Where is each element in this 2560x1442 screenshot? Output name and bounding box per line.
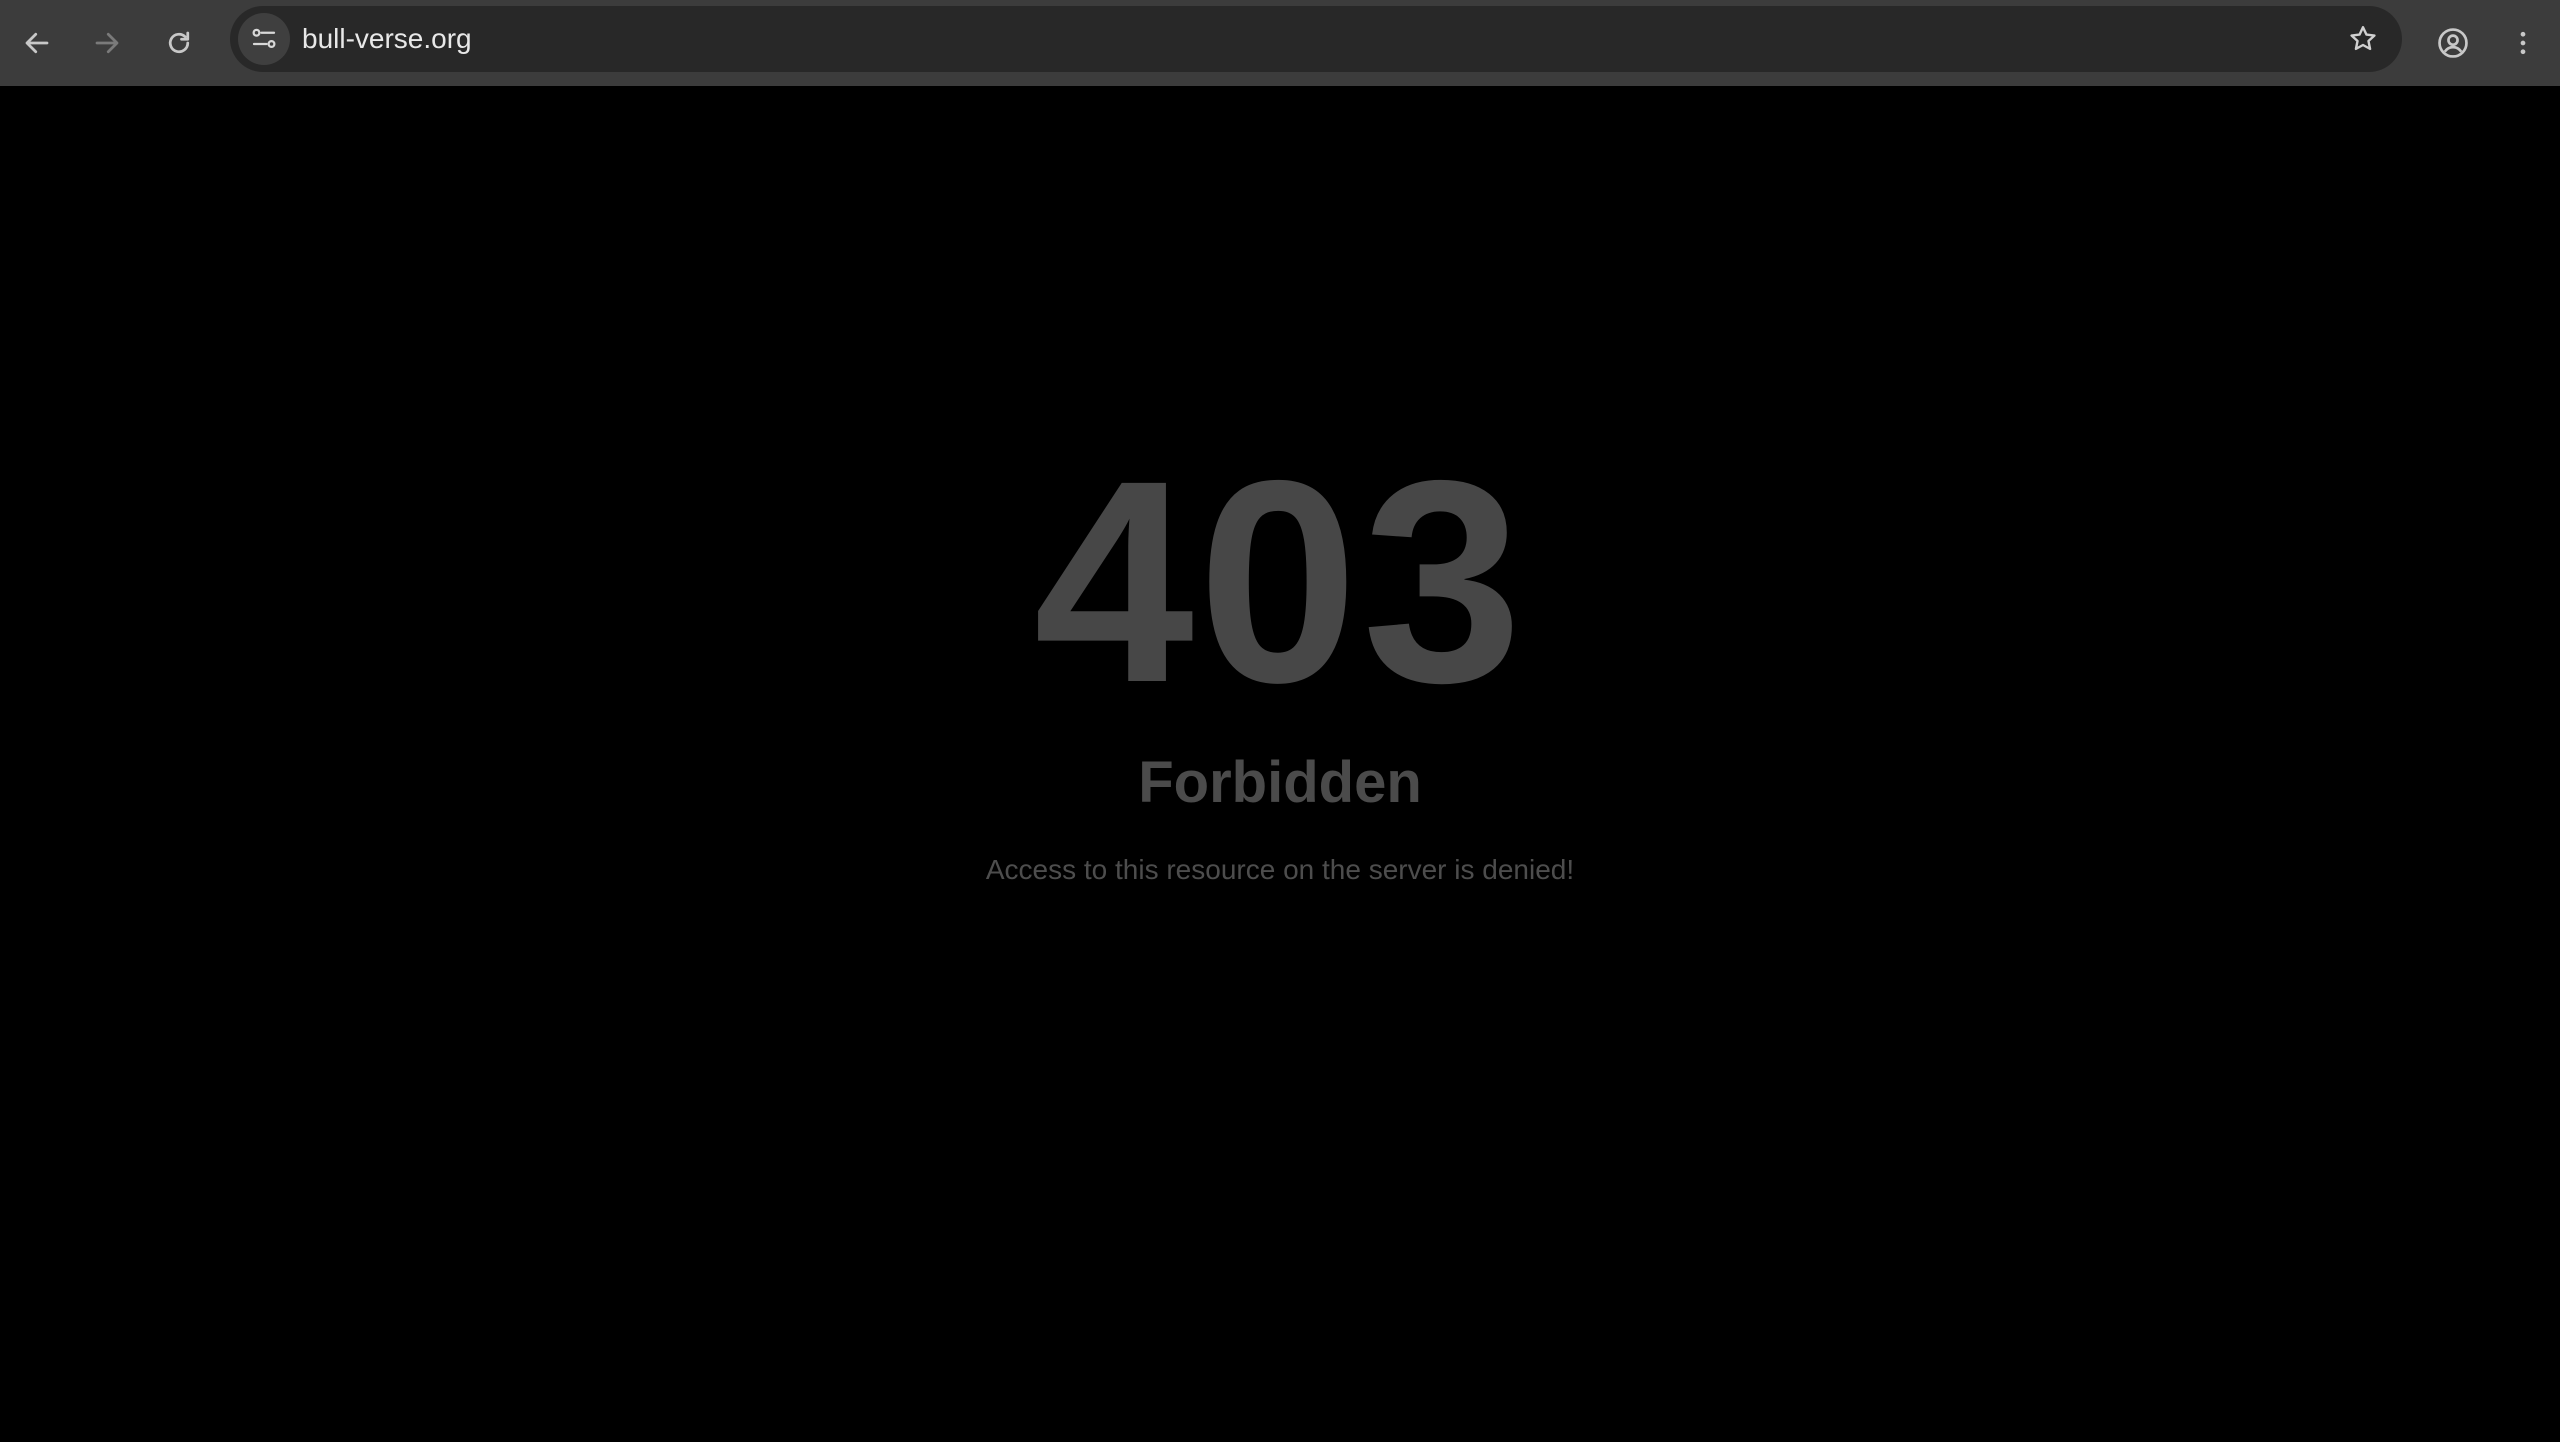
reload-icon — [168, 31, 190, 54]
forward-arrow-icon — [95, 32, 119, 54]
bookmark-button[interactable] — [2338, 14, 2388, 64]
browser-toolbar: bull-verse.org — [0, 0, 2560, 86]
site-settings-icon — [252, 28, 276, 48]
error-code: 403 — [1033, 421, 1527, 743]
more-vertical-icon — [2520, 31, 2526, 55]
profile-button[interactable] — [2422, 12, 2484, 74]
error-title: Forbidden — [1138, 750, 1422, 815]
reload-button[interactable] — [148, 12, 210, 74]
error-message: Access to this resource on the server is… — [985, 854, 1575, 885]
url-text[interactable]: bull-verse.org — [302, 6, 472, 72]
profile-icon — [2438, 28, 2468, 58]
back-button[interactable] — [6, 12, 68, 74]
site-info-button[interactable] — [238, 13, 290, 65]
back-arrow-icon — [25, 32, 49, 54]
menu-button[interactable] — [2492, 12, 2554, 74]
forward-button[interactable] — [76, 12, 138, 74]
star-icon — [2350, 26, 2376, 51]
address-bar[interactable]: bull-verse.org — [230, 6, 2402, 72]
